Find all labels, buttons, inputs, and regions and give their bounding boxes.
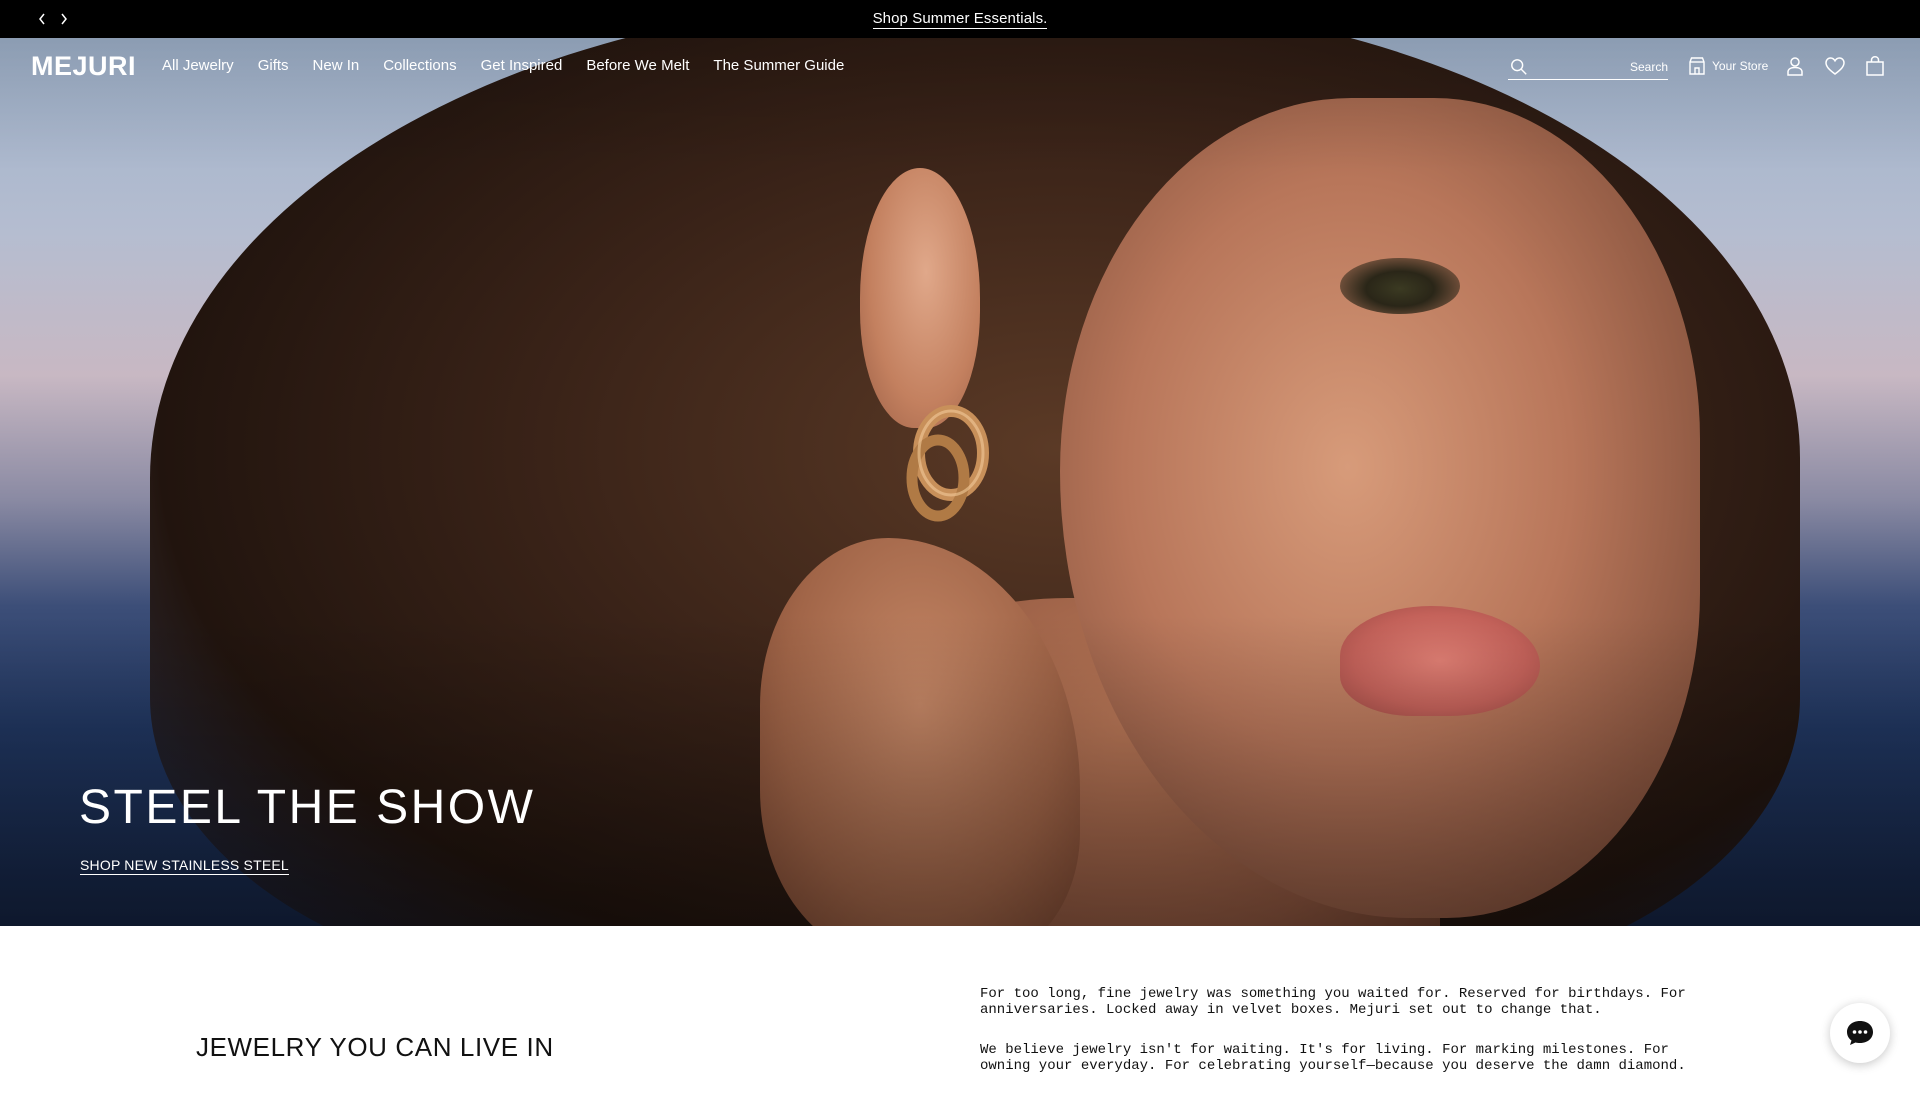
chat-button[interactable] (1830, 1003, 1890, 1063)
chat-bubble-icon (1847, 1021, 1873, 1045)
search-icon[interactable] (1510, 58, 1528, 76)
account-icon[interactable] (1784, 55, 1806, 77)
announcement-bar: Shop Summer Essentials. (0, 0, 1920, 38)
store-icon (1689, 57, 1705, 75)
brand-story-section: JEWELRY YOU CAN LIVE IN For too long, fi… (0, 926, 1920, 1080)
your-store-link[interactable]: Your Store (1688, 56, 1768, 76)
your-store-label: Your Store (1712, 59, 1769, 73)
nav-item-collections[interactable]: Collections (383, 57, 456, 74)
section-paragraph: For too long, fine jewelry was something… (980, 986, 1686, 1018)
nav-item-before-we-melt[interactable]: Before We Melt (586, 57, 689, 74)
main-nav: All Jewelry Gifts New In Collections Get… (162, 57, 844, 74)
section-title: JEWELRY YOU CAN LIVE IN (196, 1032, 554, 1062)
wishlist-heart-icon[interactable] (1824, 55, 1846, 77)
nav-item-all-jewelry[interactable]: All Jewelry (162, 57, 234, 74)
nav-item-summer-guide[interactable]: The Summer Guide (713, 57, 844, 74)
main-header: MEJURI All Jewelry Gifts New In Collecti… (0, 38, 1920, 94)
hero-title: STEEL THE SHOW (79, 781, 536, 834)
section-copy: For too long, fine jewelry was something… (980, 986, 1720, 1098)
nav-item-gifts[interactable]: Gifts (258, 57, 289, 74)
announcement-arrows (34, 0, 72, 38)
shopping-bag-icon[interactable] (1864, 55, 1886, 77)
search-label[interactable]: Search (1630, 60, 1668, 74)
logo[interactable]: MEJURI (31, 51, 136, 82)
nav-item-new-in[interactable]: New In (313, 57, 360, 74)
announcement-link[interactable]: Shop Summer Essentials. (872, 10, 1048, 29)
search-input[interactable] (1534, 54, 1614, 78)
chevron-right-icon[interactable] (56, 9, 72, 29)
nav-item-get-inspired[interactable]: Get Inspired (481, 57, 563, 74)
section-paragraph: We believe jewelry isn't for waiting. It… (980, 1042, 1686, 1074)
search-bar[interactable]: Search (1508, 54, 1668, 80)
hero-cta-link[interactable]: SHOP NEW STAINLESS STEEL (80, 857, 289, 875)
chevron-left-icon[interactable] (34, 9, 50, 29)
